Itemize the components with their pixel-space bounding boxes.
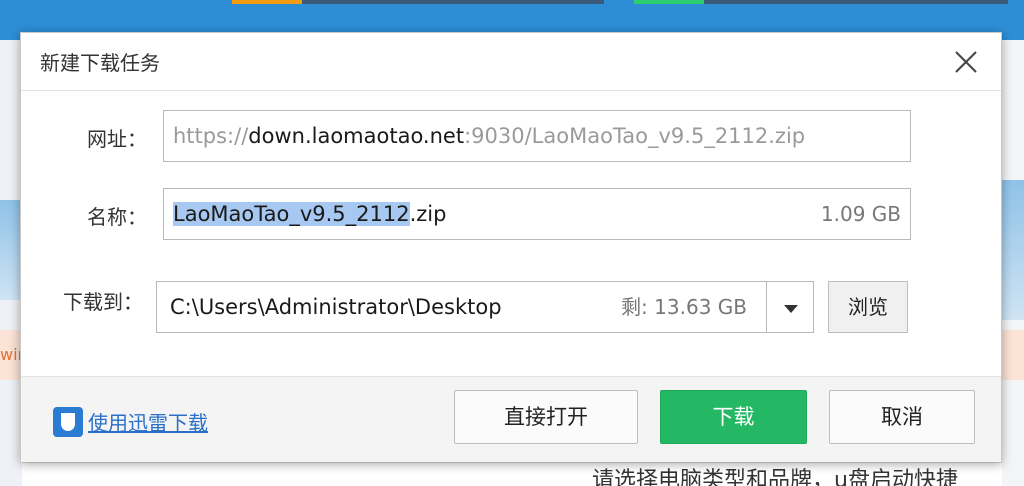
new-download-dialog: 新建下载任务 网址： https://down.laomaotao.net:90… xyxy=(20,32,1002,462)
filename-selected-text: LaoMaoTao_v9.5_2112 xyxy=(173,202,410,226)
open-directly-button[interactable]: 直接打开 xyxy=(454,390,638,444)
thunder-icon[interactable] xyxy=(53,407,83,437)
dialog-footer: 使用迅雷下载 直接打开 下载 取消 xyxy=(21,376,1001,462)
download-button[interactable]: 下载 xyxy=(660,390,807,444)
save-path-field[interactable]: C:\Users\Administrator\Desktop 剩: 13.63 … xyxy=(156,281,768,333)
save-path: C:\Users\Administrator\Desktop xyxy=(170,295,502,319)
url-label: 网址： xyxy=(87,127,147,151)
filename-field[interactable]: LaoMaoTao_v9.5_2112.zip 1.09 GB xyxy=(163,188,911,240)
background-left-panel: win xyxy=(0,40,22,486)
background-bottom-text: 请选择电脑类型和品牌，u盘启动快捷 xyxy=(592,468,958,486)
background-bottom-area: 请选择电脑类型和品牌，u盘启动快捷 xyxy=(22,462,1002,486)
dialog-titlebar: 新建下载任务 xyxy=(21,33,1001,91)
free-space: 剩: 13.63 GB xyxy=(621,295,747,319)
file-size: 1.09 GB xyxy=(820,202,901,226)
background-right-panel xyxy=(1002,40,1024,486)
dialog-title: 新建下载任务 xyxy=(40,51,160,75)
chevron-down-icon xyxy=(784,305,798,313)
close-button[interactable] xyxy=(951,47,981,77)
url-rest: :9030/LaoMaoTao_v9.5_2112.zip xyxy=(464,124,806,148)
close-icon xyxy=(955,51,977,73)
use-thunder-link[interactable]: 使用迅雷下载 xyxy=(88,407,208,436)
filename-extension: .zip xyxy=(409,202,447,226)
background-tab-bar-right xyxy=(634,0,1008,4)
url-host: down.laomaotao.net xyxy=(248,124,465,148)
url-field[interactable]: https://down.laomaotao.net:9030/LaoMaoTa… xyxy=(163,110,911,162)
background-left-text: win xyxy=(0,330,22,380)
name-label: 名称： xyxy=(87,205,147,229)
background-tab-bar-left xyxy=(232,0,604,4)
cancel-button[interactable]: 取消 xyxy=(829,390,975,444)
browse-button[interactable]: 浏览 xyxy=(828,281,908,333)
url-prefix: https:// xyxy=(173,124,249,148)
save-to-label: 下载到： xyxy=(63,290,143,314)
save-path-dropdown-button[interactable] xyxy=(766,281,814,333)
